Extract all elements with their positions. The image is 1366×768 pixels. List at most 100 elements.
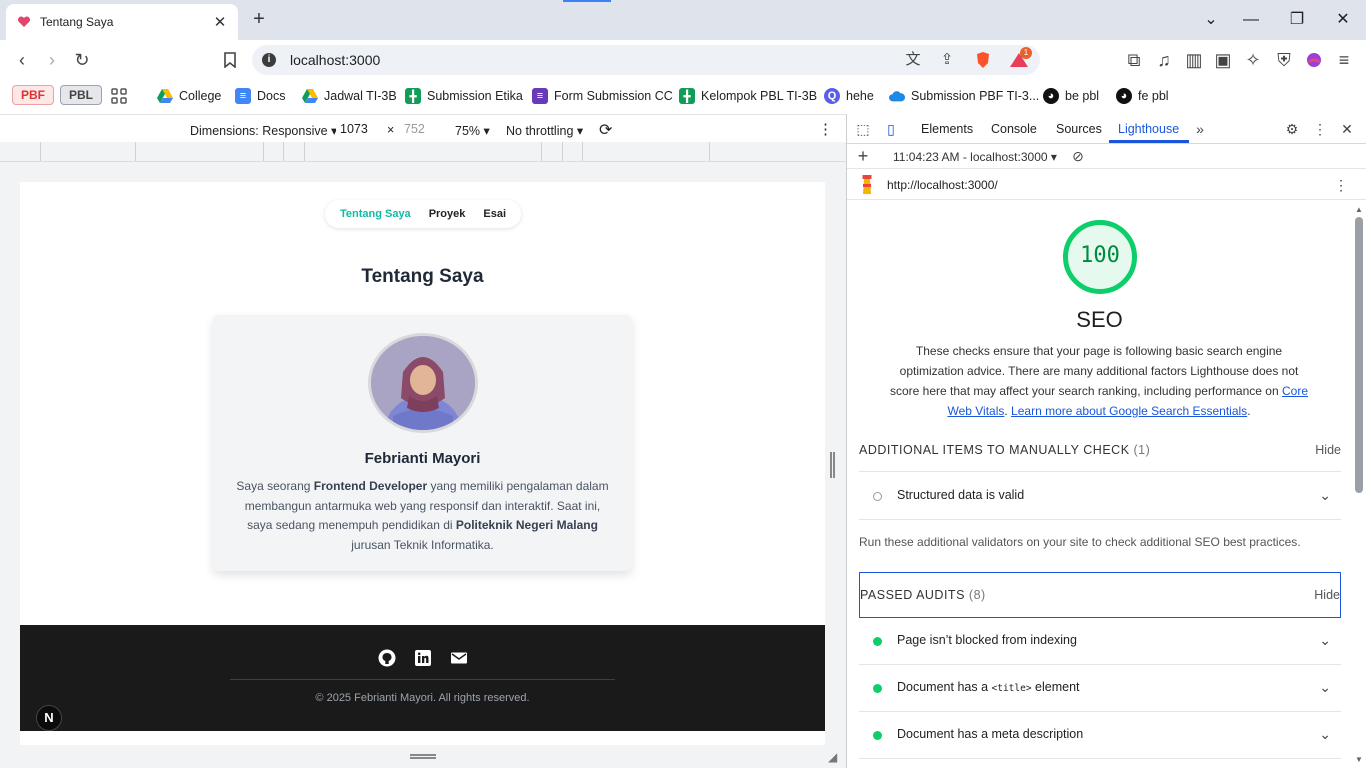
bookmark-form-submission[interactable]: ≡ Form Submission CC: [532, 86, 673, 106]
tab-elements[interactable]: Elements: [921, 122, 973, 136]
bookmark-jadwal[interactable]: Jadwal TI-3B: [302, 86, 397, 106]
audit-row[interactable]: Document has a meta description ⌄: [859, 712, 1341, 759]
scroll-down-icon[interactable]: ▼: [1355, 755, 1363, 764]
menu-icon[interactable]: ≡: [1332, 48, 1356, 72]
devtools-menu-icon[interactable]: ⋮: [1310, 119, 1330, 139]
close-window-icon[interactable]: ✕: [1331, 8, 1355, 32]
wallet-icon[interactable]: ▣: [1211, 48, 1235, 72]
bookmark-docs[interactable]: ≡ Docs: [235, 86, 285, 106]
url-text[interactable]: localhost:3000: [290, 52, 380, 68]
brave-shields-icon[interactable]: [972, 49, 994, 71]
sidebar-icon[interactable]: ▥: [1182, 48, 1206, 72]
more-tabs-icon[interactable]: »: [1190, 119, 1210, 139]
profile-photo: [368, 333, 478, 433]
audit-row[interactable]: Document has a <title> element ⌄: [859, 665, 1341, 712]
report-selector[interactable]: 11:04:23 AM - localhost:3000 ▾: [893, 150, 1057, 164]
leo-ai-icon[interactable]: ✧: [1241, 48, 1265, 72]
scroll-up-icon[interactable]: ▲: [1355, 205, 1363, 214]
manual-checks-header[interactable]: ADDITIONAL ITEMS TO MANUALLY CHECK (1) H…: [859, 428, 1341, 472]
heart-favicon-icon: [16, 15, 32, 29]
zoom-dropdown[interactable]: 75% ▾: [455, 123, 490, 138]
bookmark-submission-etika[interactable]: ╋ Submission Etika: [405, 86, 523, 106]
ruler-mark[interactable]: [283, 142, 284, 161]
tab-close-icon[interactable]: ✕: [212, 13, 228, 31]
bookmark-college[interactable]: College: [157, 86, 221, 106]
width-input[interactable]: 1073: [336, 121, 382, 139]
resize-handle-right[interactable]: [830, 452, 835, 478]
chevron-down-icon[interactable]: ⌄: [1319, 726, 1331, 743]
tab-lighthouse[interactable]: Lighthouse: [1118, 122, 1179, 136]
extensions-icon[interactable]: ⧉: [1122, 48, 1146, 72]
report-url[interactable]: http://localhost:3000/: [887, 178, 998, 192]
ruler-mark[interactable]: [263, 142, 264, 161]
search-essentials-link[interactable]: Learn more about Google Search Essential…: [1011, 404, 1247, 418]
ruler-mark[interactable]: [541, 142, 542, 161]
bookmark-fe-pbl[interactable]: ◕ fe pbl: [1116, 86, 1169, 106]
media-icon[interactable]: ♫: [1152, 48, 1176, 72]
new-report-icon[interactable]: +: [853, 146, 873, 166]
site-info-icon[interactable]: i: [262, 53, 276, 67]
passed-hide-toggle[interactable]: Hide: [1314, 588, 1340, 602]
resize-handle-bottom[interactable]: [410, 754, 436, 759]
audit-row[interactable]: Page isn’t blocked from indexing ⌄: [859, 618, 1341, 665]
bookmark-be-pbl[interactable]: ◕ be pbl: [1043, 86, 1099, 106]
resize-corner-icon[interactable]: ◢: [828, 750, 837, 764]
share-icon[interactable]: ⇪: [936, 49, 958, 71]
ruler-mark[interactable]: [135, 142, 136, 161]
settings-gear-icon[interactable]: ⚙: [1282, 119, 1302, 139]
inspect-element-icon[interactable]: ⬚: [853, 119, 873, 139]
nextjs-dev-badge[interactable]: N: [36, 705, 62, 731]
height-input[interactable]: 752: [400, 121, 446, 139]
ruler-mark[interactable]: [562, 142, 563, 161]
ruler-mark[interactable]: [709, 142, 710, 161]
passed-audits-header[interactable]: PASSED AUDITS (8) Hide: [859, 572, 1341, 618]
browser-tab[interactable]: Tentang Saya ✕: [6, 4, 238, 40]
scrollbar-thumb[interactable]: [1355, 217, 1363, 493]
device-toggle-icon[interactable]: ▯: [881, 119, 901, 139]
new-tab-icon[interactable]: +: [248, 9, 270, 31]
dimensions-dropdown[interactable]: Dimensions: Responsive ▾: [190, 123, 337, 138]
reload-icon[interactable]: ↻: [70, 48, 94, 72]
score-gauge: 100: [1063, 220, 1137, 294]
github-icon[interactable]: [378, 649, 396, 667]
ruler-mark[interactable]: [582, 142, 583, 161]
report-scrollbar[interactable]: ▲ ▼: [1353, 205, 1365, 768]
tab-sources[interactable]: Sources: [1056, 122, 1102, 136]
bookmark-kelompok[interactable]: ╋ Kelompok PBL TI-3B: [679, 86, 817, 106]
bookmark-submission-pbf[interactable]: Submission PBF TI-3...: [889, 86, 1039, 106]
pbf-chip[interactable]: PBF: [12, 85, 54, 105]
tab-console[interactable]: Console: [991, 122, 1037, 136]
minimize-icon[interactable]: —: [1239, 8, 1263, 32]
bookmark-icon[interactable]: [218, 48, 242, 72]
audit-row[interactable]: Structured data is valid ⌄: [859, 473, 1341, 520]
audit-title: Page isn’t blocked from indexing: [897, 633, 1077, 647]
manual-hide-toggle[interactable]: Hide: [1315, 443, 1341, 457]
chevron-down-icon[interactable]: ⌄: [1319, 632, 1331, 649]
chevron-down-icon[interactable]: ⌄: [1319, 679, 1331, 696]
address-bar[interactable]: i localhost:3000 文 ⇪ 1: [252, 45, 1040, 75]
tab-search-chevron-icon[interactable]: ⌄: [1199, 8, 1223, 32]
clear-reports-icon[interactable]: ⊘: [1068, 146, 1088, 166]
restore-icon[interactable]: ❐: [1285, 8, 1309, 32]
forward-icon[interactable]: ›: [40, 48, 64, 72]
nav-link-projects[interactable]: Proyek: [429, 208, 466, 220]
chevron-down-icon[interactable]: ⌄: [1319, 487, 1331, 504]
profile-avatar[interactable]: [1302, 48, 1326, 72]
vpn-icon[interactable]: ⛨: [1272, 48, 1296, 72]
throttling-dropdown[interactable]: No throttling ▾: [506, 123, 583, 138]
bookmark-hehe[interactable]: Q hehe: [824, 86, 874, 106]
linkedin-icon[interactable]: [414, 649, 432, 667]
ruler-mark[interactable]: [40, 142, 41, 161]
translate-icon[interactable]: 文: [902, 49, 924, 71]
more-options-icon[interactable]: ⋮: [818, 120, 833, 138]
nav-link-about[interactable]: Tentang Saya: [340, 208, 411, 220]
back-icon[interactable]: ‹: [10, 48, 34, 72]
pbl-chip[interactable]: PBL: [60, 85, 102, 105]
close-devtools-icon[interactable]: ✕: [1337, 119, 1357, 139]
apps-grid-icon[interactable]: [110, 86, 128, 106]
nav-link-essays[interactable]: Esai: [483, 208, 506, 220]
report-menu-icon[interactable]: ⋮: [1331, 175, 1351, 195]
rotate-icon[interactable]: ⟳: [599, 120, 612, 140]
ruler-mark[interactable]: [304, 142, 305, 161]
email-icon[interactable]: [450, 649, 468, 667]
